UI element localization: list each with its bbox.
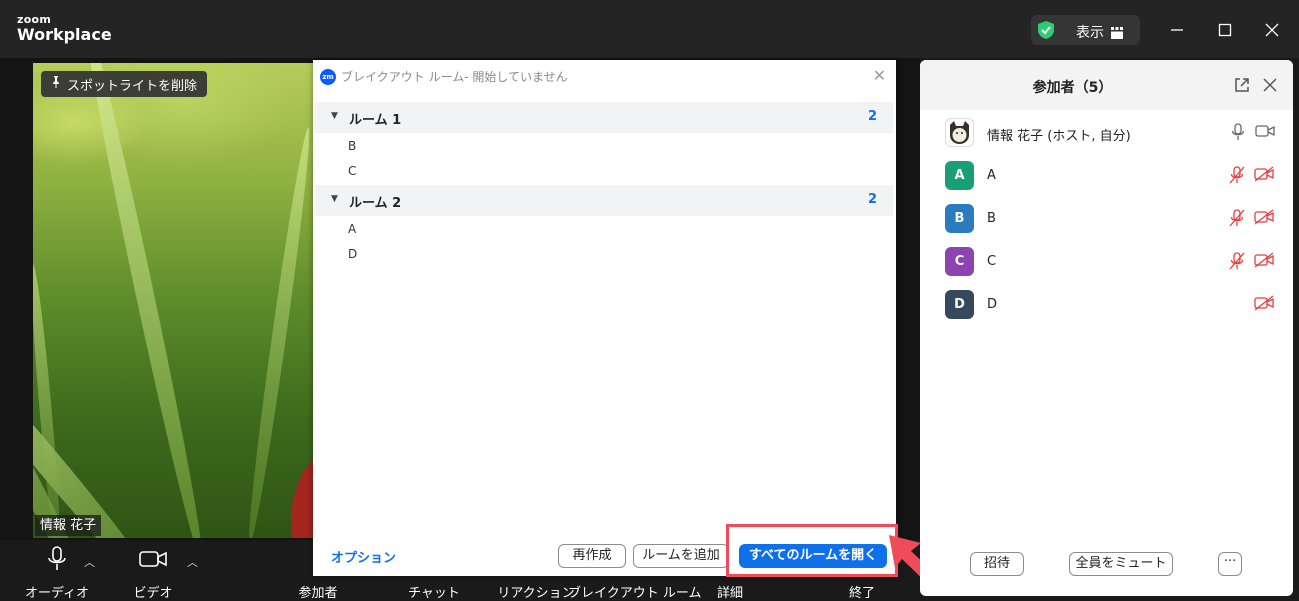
video-label: ビデオ [133, 586, 173, 601]
participant-name: B [987, 211, 996, 226]
muted-microphone-icon[interactable] [1229, 252, 1245, 274]
room-member[interactable]: B [348, 139, 356, 153]
cat-avatar-icon [945, 118, 974, 147]
invite-button[interactable]: 招待 [970, 552, 1024, 576]
avatar: D [945, 290, 974, 319]
avatar: C [945, 247, 974, 276]
dialog-title-bar: zm ブレイクアウト ルーム- 開始していません [320, 68, 568, 85]
participant-name: 情報 花子 (ホスト, 自分) [987, 129, 1131, 144]
participant-name: A [987, 168, 996, 183]
collapse-triangle-icon: ▼ [331, 194, 338, 204]
spotlight-label: スポットライトを削除 [67, 78, 198, 94]
participant-name: C [987, 254, 997, 269]
muted-microphone-icon[interactable] [1229, 166, 1245, 188]
avatar: A [945, 161, 974, 190]
minimize-icon[interactable] [1170, 22, 1184, 41]
participant-row-a[interactable]: A A [945, 161, 1285, 191]
panel-title: 参加者（5） [1032, 80, 1113, 96]
participant-row-b[interactable]: B B [945, 204, 1285, 234]
logo-line1: zoom [17, 13, 52, 26]
audio-label: オーディオ [24, 586, 90, 601]
red-berry [291, 453, 315, 538]
room-member-count: 2 [867, 192, 877, 207]
add-room-button[interactable]: ルームを追加 [633, 544, 729, 568]
video-camera-icon [120, 544, 186, 574]
title-bar: zoom Workplace 表示 [0, 0, 1299, 58]
more-label: 詳細 [716, 586, 743, 601]
grid-icon [1111, 24, 1123, 43]
dialog-close-icon[interactable]: ✕ [873, 66, 886, 85]
breakout-label: ブレイクアウト ルーム [568, 586, 702, 601]
audio-button[interactable]: オーディオ [22, 544, 92, 601]
video-options-caret-icon[interactable]: ︿ [187, 554, 198, 570]
shield-icon [1036, 20, 1056, 44]
highlight-box [726, 524, 898, 577]
breakout-rooms-dialog: zm ブレイクアウト ルーム- 開始していません ✕ ▼ ルーム 1 2 B C… [313, 60, 896, 576]
logo-line2: Workplace [17, 25, 112, 44]
collapse-triangle-icon: ▼ [331, 111, 338, 121]
maximize-icon[interactable] [1218, 22, 1232, 41]
room-name: ルーム 2 [349, 196, 402, 211]
participant-name-tag: 情報 花子 [35, 515, 102, 536]
room-name: ルーム 1 [349, 113, 402, 128]
video-off-icon[interactable] [1254, 166, 1274, 186]
audio-options-caret-icon[interactable]: ︿ [84, 554, 95, 570]
participants-panel: 参加者（5） 情報 花子 (ホスト, 自分) A A B B C C D D 招… [920, 60, 1293, 596]
view-button[interactable]: 表示 [1031, 15, 1140, 45]
popout-icon[interactable] [1234, 77, 1250, 97]
zoom-app-icon: zm [320, 68, 336, 85]
view-label: 表示 [1076, 25, 1104, 41]
panel-more-button[interactable]: ··· [1218, 552, 1242, 576]
room-header-2[interactable]: ▼ ルーム 2 2 [315, 185, 893, 216]
panel-header: 参加者（5） [920, 60, 1293, 110]
participant-row-c[interactable]: C C [945, 247, 1285, 277]
video-off-icon[interactable] [1254, 295, 1274, 315]
video-off-icon[interactable] [1254, 209, 1274, 229]
zoom-workplace-logo: zoom Workplace [17, 14, 112, 43]
room-member-count: 2 [867, 109, 877, 124]
avatar: B [945, 204, 974, 233]
mute-all-button[interactable]: 全員をミュート [1069, 552, 1173, 576]
muted-microphone-icon[interactable] [1229, 209, 1245, 231]
participant-row-d[interactable]: D D [945, 290, 1285, 320]
room-member[interactable]: C [348, 164, 356, 178]
participant-name: D [987, 297, 998, 312]
options-link[interactable]: オプション [331, 547, 396, 566]
video-off-icon[interactable] [1254, 252, 1274, 272]
remove-spotlight-button[interactable]: スポットライトを削除 [41, 71, 208, 97]
dialog-title: ブレイクアウト ルーム- 開始していません [341, 70, 568, 84]
participant-video [33, 63, 315, 538]
participant-row-host[interactable]: 情報 花子 (ホスト, 自分) [945, 118, 1285, 148]
room-member[interactable]: A [348, 222, 356, 236]
recreate-button[interactable]: 再作成 [558, 544, 626, 568]
panel-close-icon[interactable] [1263, 77, 1277, 96]
microphone-icon [22, 544, 92, 574]
video-camera-icon[interactable] [1255, 123, 1275, 143]
end-label: 終了 [848, 586, 875, 601]
room-header-1[interactable]: ▼ ルーム 1 2 [315, 102, 893, 133]
close-window-icon[interactable] [1265, 22, 1279, 41]
microphone-icon[interactable] [1231, 123, 1245, 145]
chat-label: チャット [408, 586, 460, 601]
room-member[interactable]: D [348, 247, 357, 261]
video-button[interactable]: ビデオ [120, 544, 186, 601]
participants-label: 参加者 [298, 586, 338, 601]
pin-icon [49, 75, 63, 93]
